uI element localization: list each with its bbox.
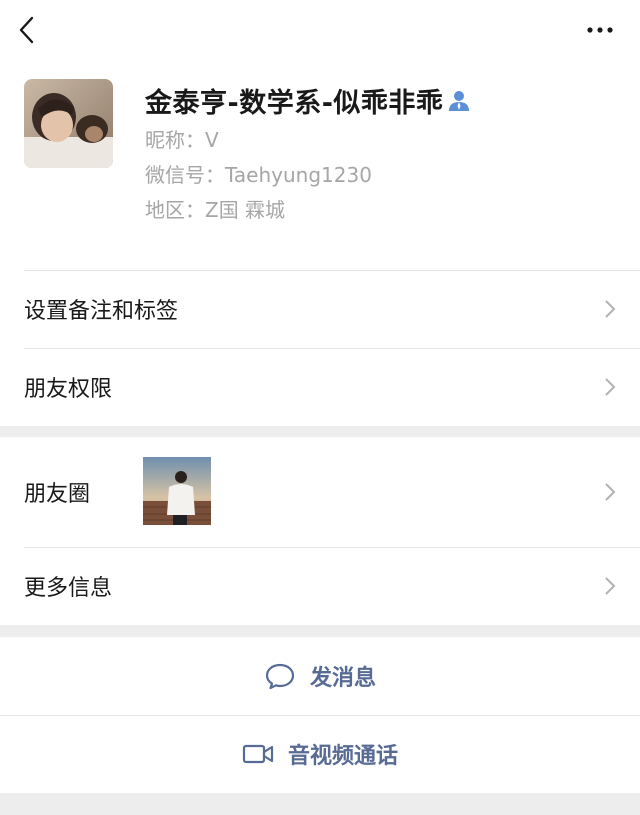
moments-thumbnail — [143, 457, 211, 525]
chevron-right-icon — [605, 300, 616, 318]
back-button[interactable] — [10, 12, 46, 48]
contact-profile-page: 金泰亨-数学系-似乖非乖 昵称：V 微信号：Taehyung1230 地区：Z国… — [0, 0, 640, 815]
nickname-line: 昵称：V — [145, 124, 219, 153]
chevron-right-icon — [605, 378, 616, 396]
region-value: Z国 霖城 — [205, 198, 286, 222]
nickname-value: V — [205, 128, 219, 152]
top-nav-bar — [0, 0, 640, 62]
contact-person-icon — [447, 88, 471, 112]
video-camera-icon — [242, 740, 274, 768]
remark-tags-label: 设置备注和标签 — [24, 299, 179, 324]
display-name: 金泰亨-数学系-似乖非乖 — [145, 87, 444, 119]
friend-permissions-label: 朋友权限 — [24, 377, 113, 402]
more-info-cell[interactable]: 更多信息 — [0, 547, 640, 625]
profile-header: 金泰亨-数学系-似乖非乖 昵称：V 微信号：Taehyung1230 地区：Z国… — [0, 62, 640, 270]
wechat-id-value: Taehyung1230 — [225, 163, 372, 187]
more-info-label: 更多信息 — [24, 576, 113, 601]
info-group: 朋友圈 更多信息 — [0, 437, 640, 625]
avatar[interactable] — [24, 79, 113, 168]
moments-label: 朋友圈 — [24, 482, 91, 507]
region-label: 地区： — [145, 198, 205, 222]
wechat-id-label: 微信号： — [145, 163, 225, 187]
remark-tags-cell[interactable]: 设置备注和标签 — [0, 270, 640, 348]
more-options-button[interactable] — [584, 14, 620, 46]
chevron-right-icon — [605, 577, 616, 595]
actions-group: 发消息 音视频通话 — [0, 637, 640, 793]
friend-permissions-cell[interactable]: 朋友权限 — [0, 348, 640, 426]
name-row: 金泰亨-数学系-似乖非乖 — [145, 80, 471, 120]
send-message-button[interactable]: 发消息 — [0, 637, 640, 715]
avatar-photo — [24, 79, 113, 168]
chevron-right-icon — [605, 483, 616, 501]
moments-cell[interactable]: 朋友圈 — [0, 437, 640, 547]
back-chevron-icon — [19, 16, 34, 44]
wechat-id-line: 微信号：Taehyung1230 — [145, 159, 372, 188]
settings-group: 设置备注和标签 朋友权限 — [0, 270, 640, 426]
region-line: 地区：Z国 霖城 — [145, 194, 285, 223]
video-call-button[interactable]: 音视频通话 — [0, 715, 640, 793]
chat-bubble-icon — [264, 662, 296, 690]
nickname-label: 昵称： — [145, 128, 205, 152]
more-dots-icon — [587, 27, 613, 33]
send-message-label: 发消息 — [309, 666, 376, 691]
video-call-label: 音视频通话 — [287, 744, 398, 769]
